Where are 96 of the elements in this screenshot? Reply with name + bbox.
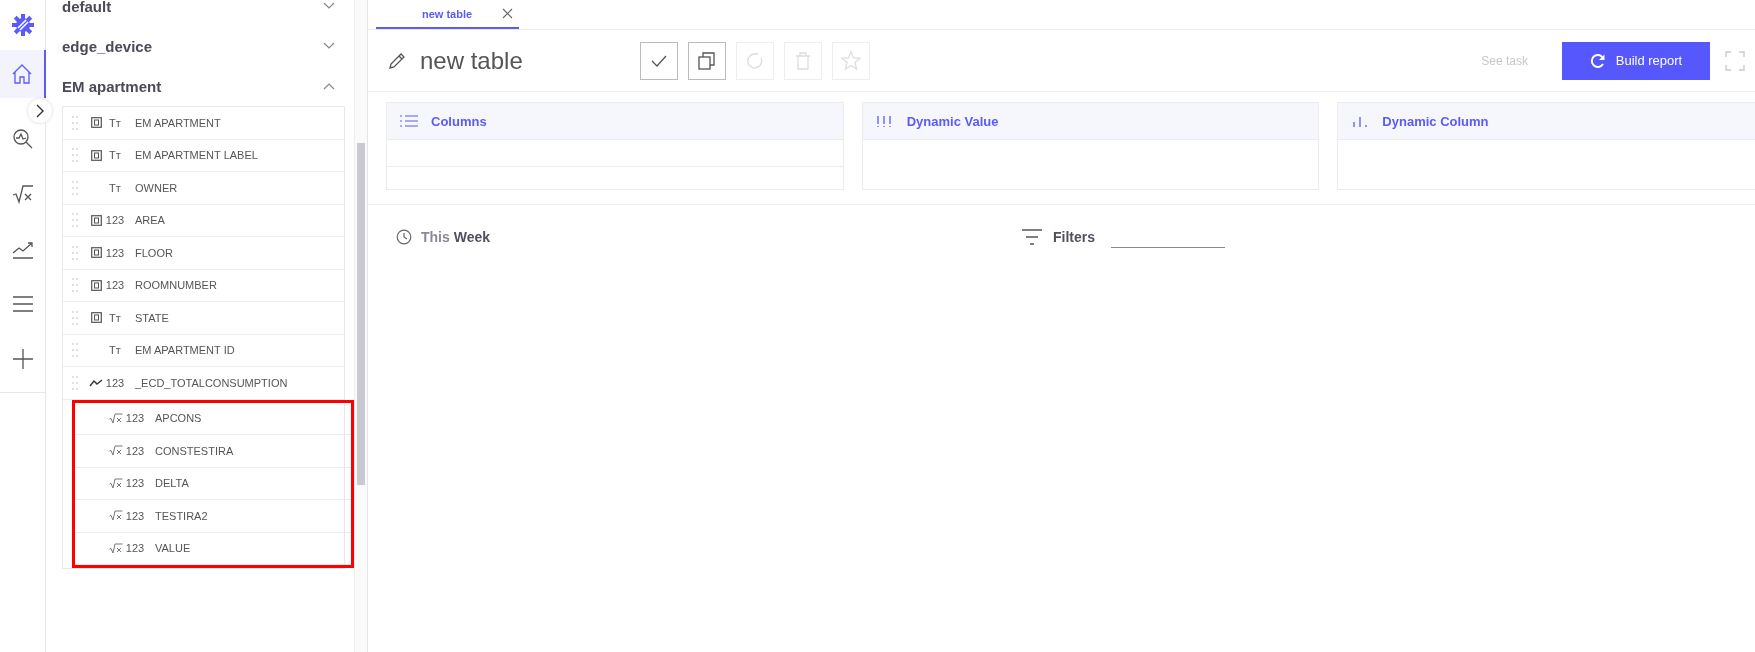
field-row[interactable]: Tт STATE bbox=[63, 302, 344, 335]
field-name: EM APARTMENT LABEL bbox=[135, 149, 258, 162]
field-row[interactable]: 123 TESTIRA2 bbox=[75, 500, 351, 533]
type-icon: 123 bbox=[105, 246, 125, 259]
square-root-icon bbox=[109, 510, 123, 522]
trend-line-icon bbox=[89, 378, 103, 387]
square-root-icon bbox=[109, 412, 123, 424]
type-icon: 123 bbox=[125, 509, 145, 522]
drag-handle-icon bbox=[72, 179, 78, 196]
type-icon: 123 bbox=[105, 214, 125, 227]
home-icon bbox=[10, 62, 34, 86]
drag-handle-icon bbox=[72, 244, 78, 261]
key-badge-icon bbox=[90, 279, 102, 291]
field-row[interactable]: 123 VALUE bbox=[75, 532, 351, 565]
field-row[interactable]: Tт EM APARTMENT LABEL bbox=[63, 139, 344, 172]
logo-icon bbox=[11, 14, 34, 36]
chevron-down-icon bbox=[323, 2, 335, 10]
filter-icon bbox=[1021, 227, 1043, 246]
type-icon: 123 bbox=[105, 376, 125, 389]
copy-button[interactable] bbox=[688, 41, 726, 80]
period-selector[interactable]: This Week bbox=[396, 225, 1021, 248]
build-report-button[interactable]: Build report bbox=[1562, 41, 1710, 80]
type-icon: Tт bbox=[105, 311, 125, 324]
type-icon: Tт bbox=[105, 149, 125, 162]
field-name: EM APARTMENT ID bbox=[135, 344, 235, 357]
group-header[interactable]: edge_device bbox=[62, 26, 345, 66]
copy-icon bbox=[696, 49, 718, 72]
field-row[interactable]: Tт EM APARTMENT ID bbox=[63, 334, 344, 367]
drag-handle-icon bbox=[72, 342, 78, 359]
type-icon: Tт bbox=[105, 344, 125, 357]
square-root-icon bbox=[10, 182, 35, 206]
type-icon: Tт bbox=[105, 116, 125, 129]
field-name: OWNER bbox=[135, 181, 178, 194]
close-icon[interactable] bbox=[502, 8, 514, 19]
key-badge-icon bbox=[90, 214, 102, 226]
field-row[interactable]: 123 AREA bbox=[63, 204, 344, 237]
field-name: ROOMNUMBER bbox=[135, 279, 217, 292]
panel-title: Dynamic Column bbox=[1382, 113, 1489, 129]
field-name: _ECD_TOTALCONSUMPTION bbox=[135, 376, 288, 389]
drag-handle-icon bbox=[72, 114, 78, 131]
key-badge-icon bbox=[90, 312, 102, 324]
chart-search-icon bbox=[10, 127, 35, 151]
type-icon: 123 bbox=[125, 542, 145, 555]
field-name: APCONS bbox=[155, 412, 202, 425]
list-icon bbox=[399, 114, 419, 128]
chevron-right-icon bbox=[35, 104, 45, 118]
type-icon: 123 bbox=[125, 412, 145, 425]
panel-title: Columns bbox=[431, 113, 487, 129]
drag-handle-icon bbox=[72, 277, 78, 294]
field-name: STATE bbox=[135, 311, 169, 324]
field-name: DELTA bbox=[155, 477, 189, 490]
report-title: new table bbox=[420, 46, 524, 75]
square-root-icon bbox=[109, 477, 123, 489]
key-badge-icon bbox=[90, 117, 102, 129]
field-name: TESTIRA2 bbox=[155, 509, 208, 522]
scrollbar-thumb[interactable] bbox=[357, 143, 365, 485]
field-name: EM APARTMENT bbox=[135, 116, 221, 129]
group-header[interactable]: default bbox=[62, 0, 345, 26]
key-badge-icon bbox=[90, 247, 102, 259]
plus-icon bbox=[10, 347, 35, 371]
filters-label: Filters bbox=[1053, 228, 1095, 245]
group-header[interactable]: EM apartment bbox=[62, 66, 345, 106]
drag-handle-icon bbox=[72, 212, 78, 229]
field-name: FLOOR bbox=[135, 246, 173, 259]
clock-icon bbox=[396, 228, 412, 245]
square-root-icon bbox=[109, 542, 123, 554]
field-name: CONSTESTIRA bbox=[155, 444, 234, 457]
type-icon: 123 bbox=[125, 477, 145, 490]
type-icon: Tт bbox=[105, 181, 125, 194]
chevron-up-icon bbox=[323, 82, 335, 90]
square-root-icon bbox=[109, 445, 123, 457]
rail-item[interactable] bbox=[0, 50, 46, 98]
type-icon: 123 bbox=[125, 444, 145, 457]
field-row[interactable]: 123 CONSTESTIRA bbox=[75, 435, 351, 468]
field-row[interactable]: 123 FLOOR bbox=[63, 237, 344, 270]
tab[interactable]: new table bbox=[376, 0, 520, 29]
panel-title: Dynamic Value bbox=[906, 113, 999, 129]
drag-handle-icon bbox=[72, 374, 78, 391]
field-row[interactable]: Tт OWNER bbox=[63, 172, 344, 205]
field-row[interactable]: Tт EM APARTMENT bbox=[63, 107, 344, 140]
pencil-icon[interactable] bbox=[388, 51, 406, 70]
field-name: AREA bbox=[135, 214, 165, 227]
save-button[interactable] bbox=[640, 41, 678, 80]
key-badge-icon bbox=[90, 149, 102, 161]
star-icon bbox=[840, 49, 862, 72]
field-name: VALUE bbox=[155, 542, 191, 555]
refresh-icon bbox=[1589, 52, 1606, 69]
drag-handle-icon bbox=[72, 147, 78, 164]
field-row[interactable]: 123 DELTA bbox=[75, 467, 351, 500]
drag-handle-icon bbox=[72, 309, 78, 326]
type-icon: 123 bbox=[105, 279, 125, 292]
field-row[interactable]: 123 _ECD_TOTALCONSUMPTION bbox=[63, 367, 344, 400]
field-row[interactable]: 123 ROOMNUMBER bbox=[63, 269, 344, 302]
field-row[interactable]: 123 APCONS bbox=[75, 402, 351, 435]
chevron-down-icon bbox=[323, 42, 335, 50]
tab-label: new table bbox=[422, 7, 473, 20]
